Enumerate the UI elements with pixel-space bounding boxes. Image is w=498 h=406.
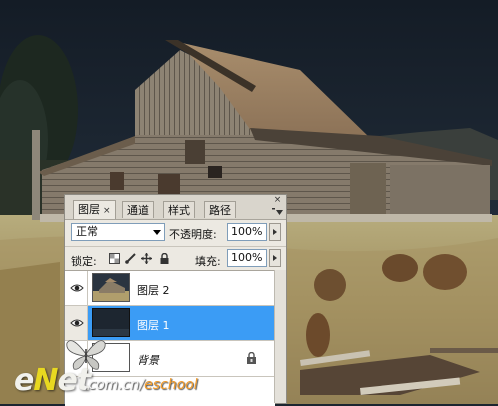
lock-all-icon[interactable] bbox=[159, 253, 170, 264]
blend-opacity-row: 正常 不透明度: 100% bbox=[65, 221, 286, 243]
eye-icon bbox=[70, 284, 84, 292]
url-main: .com.cn/ bbox=[84, 377, 145, 393]
lock-icon bbox=[247, 352, 256, 364]
tab-close-icon[interactable]: × bbox=[103, 206, 111, 216]
layer-name: 图层 1 bbox=[137, 319, 170, 332]
tab-layers-label: 图层 bbox=[78, 203, 100, 216]
panel-menu-icon[interactable] bbox=[272, 208, 283, 217]
lock-label: 锁定: bbox=[71, 255, 97, 268]
layer-thumbnail bbox=[92, 273, 130, 302]
lock-fill-row: 锁定: 填充: 100% bbox=[65, 246, 286, 269]
lock-move-icon[interactable] bbox=[141, 253, 152, 264]
opacity-label: 不透明度: bbox=[169, 228, 217, 241]
tab-channels-label: 通道 bbox=[127, 204, 149, 217]
fill-stepper-button[interactable] bbox=[269, 249, 281, 267]
fill-value: 100% bbox=[231, 251, 263, 264]
logo-e: e bbox=[14, 363, 34, 398]
blend-mode-value: 正常 bbox=[76, 225, 98, 238]
url-accent: eschool bbox=[144, 377, 198, 393]
layer-list-scrollbar[interactable] bbox=[274, 270, 286, 403]
layer-name: 图层 2 bbox=[137, 284, 170, 297]
tab-styles[interactable]: 样式 bbox=[163, 201, 195, 218]
layer-row-2[interactable]: 图层 2 bbox=[65, 271, 275, 306]
tab-styles-label: 样式 bbox=[168, 204, 190, 217]
fill-label: 填充: bbox=[195, 255, 221, 268]
chevron-down-icon bbox=[153, 230, 161, 235]
panel-close-icon[interactable]: × bbox=[273, 196, 282, 205]
lock-brush-icon[interactable] bbox=[125, 253, 136, 264]
opacity-field[interactable]: 100% bbox=[227, 223, 267, 241]
visibility-toggle[interactable] bbox=[65, 271, 88, 305]
enet-logo: eNet bbox=[14, 363, 91, 398]
opacity-stepper-button[interactable] bbox=[269, 223, 281, 241]
panel-tab-bar: 图层 × 通道 样式 路径 × bbox=[65, 195, 286, 220]
opacity-value: 100% bbox=[231, 225, 263, 238]
blend-mode-select[interactable]: 正常 bbox=[71, 223, 165, 241]
tab-paths-label: 路径 bbox=[209, 204, 231, 217]
tab-channels[interactable]: 通道 bbox=[122, 201, 154, 218]
watermark-url: .com.cn/eschool bbox=[84, 377, 198, 393]
enet-watermark: eNet .com.cn/eschool bbox=[4, 333, 224, 401]
fill-field[interactable]: 100% bbox=[227, 249, 267, 267]
tab-layers[interactable]: 图层 × bbox=[73, 200, 116, 219]
logo-n: N bbox=[33, 363, 58, 398]
lock-transparency-icon[interactable] bbox=[109, 253, 120, 264]
eye-icon bbox=[70, 319, 84, 327]
tab-paths[interactable]: 路径 bbox=[204, 201, 236, 218]
